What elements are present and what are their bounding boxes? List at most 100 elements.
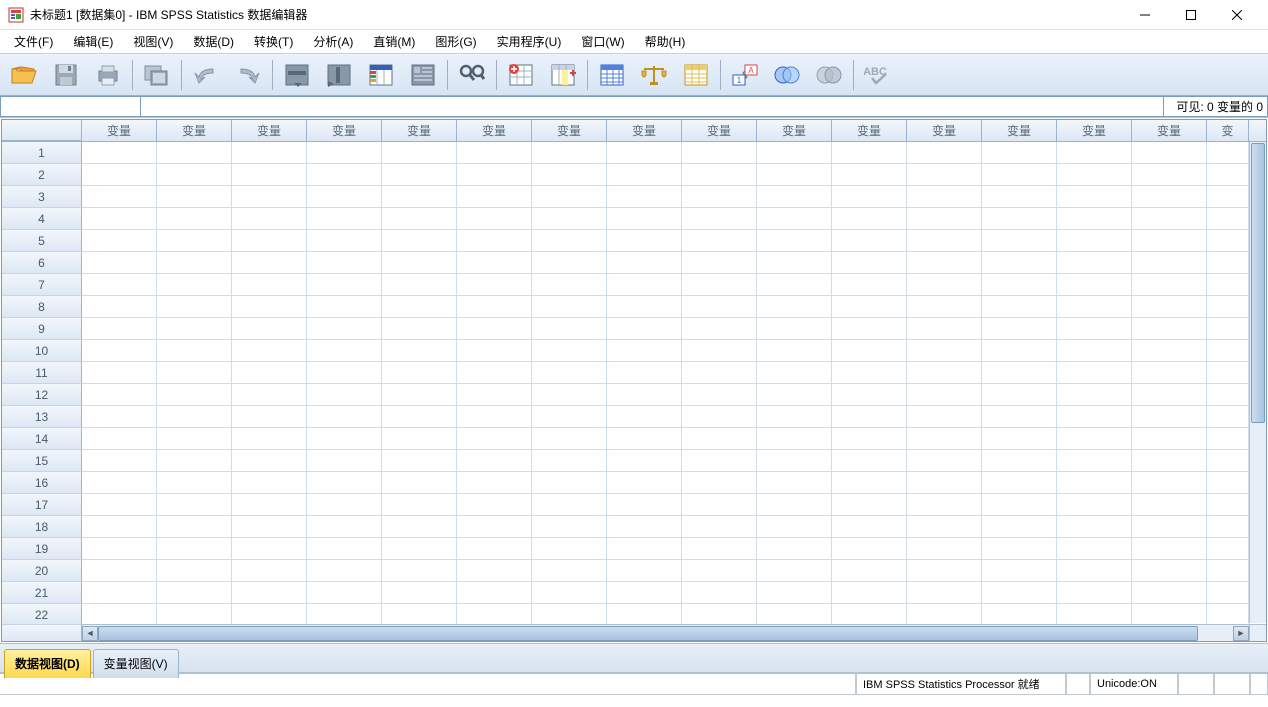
data-cell[interactable] <box>1207 560 1249 582</box>
data-cell[interactable] <box>307 230 382 252</box>
data-cell[interactable] <box>757 164 832 186</box>
data-cell[interactable] <box>1132 164 1207 186</box>
data-cell[interactable] <box>382 582 457 604</box>
data-cell[interactable] <box>532 362 607 384</box>
run-descriptives-button[interactable] <box>403 57 443 93</box>
data-cell[interactable] <box>832 604 907 626</box>
data-cell[interactable] <box>1207 494 1249 516</box>
data-cell[interactable] <box>1207 406 1249 428</box>
data-cell[interactable] <box>1057 164 1132 186</box>
data-cell[interactable] <box>382 142 457 164</box>
redo-button[interactable] <box>228 57 268 93</box>
data-cell[interactable] <box>1132 428 1207 450</box>
data-cell[interactable] <box>82 384 157 406</box>
data-cell[interactable] <box>82 318 157 340</box>
data-cell[interactable] <box>607 186 682 208</box>
data-cell[interactable] <box>607 296 682 318</box>
column-header[interactable]: 变量 <box>307 120 382 141</box>
data-cell[interactable] <box>607 560 682 582</box>
data-cell[interactable] <box>382 450 457 472</box>
data-cell[interactable] <box>157 384 232 406</box>
data-cell[interactable] <box>907 142 982 164</box>
data-cell[interactable] <box>907 274 982 296</box>
data-cell[interactable] <box>532 604 607 626</box>
data-cell[interactable] <box>757 538 832 560</box>
column-header[interactable]: 变量 <box>532 120 607 141</box>
data-cell[interactable] <box>1132 472 1207 494</box>
data-cell[interactable] <box>232 208 307 230</box>
data-cell[interactable] <box>1057 186 1132 208</box>
data-cell[interactable] <box>1207 516 1249 538</box>
data-cell[interactable] <box>157 560 232 582</box>
data-cell[interactable] <box>982 384 1057 406</box>
data-cell[interactable] <box>82 516 157 538</box>
data-cell[interactable] <box>832 296 907 318</box>
data-cell[interactable] <box>982 604 1057 626</box>
data-cell[interactable] <box>82 142 157 164</box>
row-header[interactable]: 1 <box>2 142 82 164</box>
data-cell[interactable] <box>232 406 307 428</box>
data-cell[interactable] <box>382 494 457 516</box>
value-labels-button[interactable]: A1 <box>725 57 765 93</box>
data-cell[interactable] <box>232 428 307 450</box>
data-cell[interactable] <box>457 494 532 516</box>
data-cell[interactable] <box>1132 274 1207 296</box>
column-header[interactable]: 变量 <box>907 120 982 141</box>
data-cell[interactable] <box>382 164 457 186</box>
data-cell[interactable] <box>982 472 1057 494</box>
data-cell[interactable] <box>832 362 907 384</box>
data-cell[interactable] <box>532 230 607 252</box>
data-cell[interactable] <box>382 560 457 582</box>
data-cell[interactable] <box>532 274 607 296</box>
data-cell[interactable] <box>82 582 157 604</box>
data-cell[interactable] <box>832 164 907 186</box>
data-cell[interactable] <box>157 186 232 208</box>
data-cell[interactable] <box>457 164 532 186</box>
data-cell[interactable] <box>1057 582 1132 604</box>
data-cell[interactable] <box>1132 362 1207 384</box>
data-cell[interactable] <box>982 142 1057 164</box>
data-cell[interactable] <box>82 428 157 450</box>
cell-editor[interactable] <box>140 96 1164 117</box>
data-cell[interactable] <box>907 604 982 626</box>
data-cell[interactable] <box>682 230 757 252</box>
data-cell[interactable] <box>682 208 757 230</box>
row-header[interactable]: 13 <box>2 406 82 428</box>
menu-data[interactable]: 数据(D) <box>183 30 244 53</box>
data-cell[interactable] <box>157 208 232 230</box>
data-cell[interactable] <box>232 186 307 208</box>
data-cell[interactable] <box>1057 450 1132 472</box>
data-cell[interactable] <box>607 538 682 560</box>
data-cell[interactable] <box>1057 208 1132 230</box>
data-cell[interactable] <box>757 274 832 296</box>
row-header[interactable]: 11 <box>2 362 82 384</box>
row-header[interactable]: 8 <box>2 296 82 318</box>
data-cell[interactable] <box>1132 450 1207 472</box>
weight-cases-button[interactable] <box>634 57 674 93</box>
scroll-left-button[interactable]: ◄ <box>82 626 98 641</box>
data-cell[interactable] <box>832 428 907 450</box>
menu-utilities[interactable]: 实用程序(U) <box>487 30 572 53</box>
data-cell[interactable] <box>757 582 832 604</box>
data-cell[interactable] <box>1207 582 1249 604</box>
data-cell[interactable] <box>1132 582 1207 604</box>
row-header[interactable]: 17 <box>2 494 82 516</box>
data-cell[interactable] <box>82 560 157 582</box>
data-cell[interactable] <box>232 318 307 340</box>
data-cell[interactable] <box>382 208 457 230</box>
print-button[interactable] <box>88 57 128 93</box>
data-cell[interactable] <box>232 494 307 516</box>
data-cell[interactable] <box>157 428 232 450</box>
status-resize-grip[interactable] <box>1250 674 1268 695</box>
data-cell[interactable] <box>457 252 532 274</box>
data-cell[interactable] <box>907 296 982 318</box>
data-cell[interactable] <box>1207 340 1249 362</box>
data-cell[interactable] <box>157 516 232 538</box>
data-cell[interactable] <box>607 450 682 472</box>
data-cell[interactable] <box>457 560 532 582</box>
data-cell[interactable] <box>457 340 532 362</box>
data-cell[interactable] <box>232 472 307 494</box>
row-header[interactable]: 20 <box>2 560 82 582</box>
column-header[interactable]: 变量 <box>982 120 1057 141</box>
data-cell[interactable] <box>757 516 832 538</box>
